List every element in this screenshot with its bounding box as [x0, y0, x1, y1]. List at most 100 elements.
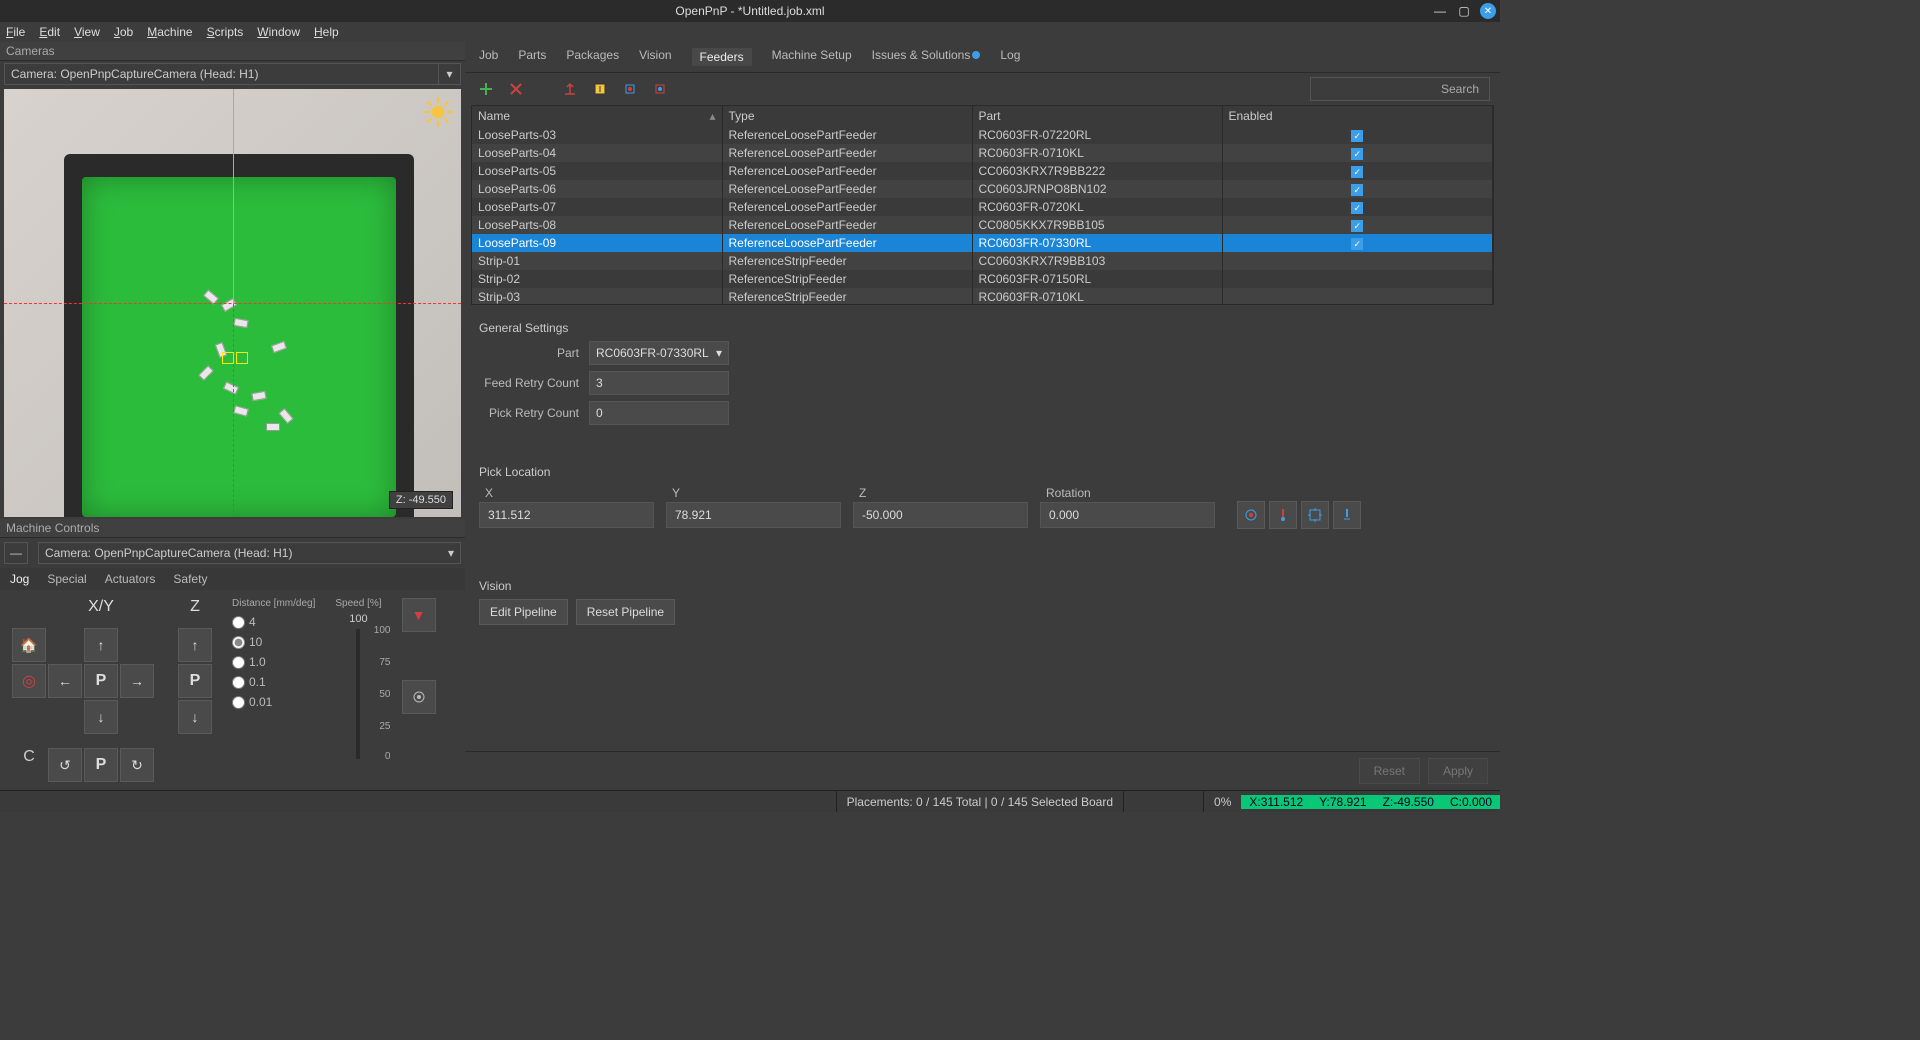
- capture-camera-icon[interactable]: [1237, 501, 1265, 529]
- table-row[interactable]: LooseParts-08ReferenceLoosePartFeederCC0…: [472, 216, 1493, 234]
- mc-tab-jog[interactable]: Jog: [10, 572, 29, 586]
- col-name[interactable]: Name▴: [472, 106, 722, 126]
- search-input[interactable]: Search: [1310, 77, 1490, 101]
- apply-button[interactable]: Apply: [1428, 758, 1488, 784]
- table-row[interactable]: LooseParts-05ReferenceLoosePartFeederCC0…: [472, 162, 1493, 180]
- chevron-down-icon[interactable]: ▾: [448, 546, 454, 560]
- tab-parts[interactable]: Parts: [518, 48, 546, 66]
- dist-1[interactable]: 1.0: [232, 655, 315, 669]
- jog-c-ccw[interactable]: ↺: [48, 748, 82, 782]
- capture-tool-icon[interactable]: [1269, 501, 1297, 529]
- titlebar: OpenPnP - *Untitled.job.xml — ▢ ✕: [0, 0, 1500, 22]
- menu-machine[interactable]: Machine: [147, 25, 192, 39]
- delete-feeder-icon[interactable]: [505, 78, 527, 100]
- table-row[interactable]: Strip-01ReferenceStripFeederCC0603KRX7R9…: [472, 252, 1493, 270]
- issues-dot-icon: [972, 51, 980, 59]
- maximize-icon[interactable]: ▢: [1456, 3, 1472, 19]
- status-pct: 0%: [1203, 791, 1241, 812]
- col-part[interactable]: Part: [972, 106, 1222, 126]
- table-row[interactable]: LooseParts-09ReferenceLoosePartFeederRC0…: [472, 234, 1493, 252]
- jog-y-minus[interactable]: ↓: [84, 700, 118, 734]
- chevron-down-icon[interactable]: ▾: [716, 346, 722, 360]
- pick-icon[interactable]: [589, 78, 611, 100]
- main-tabs: Job Parts Packages Vision Feeders Machin…: [465, 42, 1500, 73]
- chevron-down-icon[interactable]: ▾: [438, 64, 460, 84]
- mc-tab-special[interactable]: Special: [47, 572, 86, 586]
- part-select[interactable]: RC0603FR-07330RL▾: [589, 341, 729, 365]
- move-tool-icon[interactable]: [649, 78, 671, 100]
- jog-c-park[interactable]: P: [84, 748, 118, 782]
- table-row[interactable]: Strip-02ReferenceStripFeederRC0603FR-071…: [472, 270, 1493, 288]
- home-button[interactable]: 🏠: [12, 628, 46, 662]
- jog-x-minus[interactable]: ←: [48, 664, 82, 698]
- jog-z-park[interactable]: P: [178, 664, 212, 698]
- col-enabled[interactable]: Enabled: [1222, 106, 1493, 126]
- pick-rotation-input[interactable]: [1040, 502, 1215, 528]
- add-feeder-icon[interactable]: [475, 78, 497, 100]
- mc-power-off[interactable]: —: [4, 542, 28, 564]
- pick-x-input[interactable]: [479, 502, 654, 528]
- feed-icon[interactable]: [559, 78, 581, 100]
- tab-feeders[interactable]: Feeders: [692, 48, 752, 66]
- mc-camera-select[interactable]: Camera: OpenPnpCaptureCamera (Head: H1) …: [38, 542, 461, 564]
- table-row[interactable]: LooseParts-07ReferenceLoosePartFeederRC0…: [472, 198, 1493, 216]
- dist-01[interactable]: 0.1: [232, 675, 315, 689]
- jog-xy-park[interactable]: P: [84, 664, 118, 698]
- discard-button[interactable]: ▼: [402, 598, 436, 632]
- menu-help[interactable]: Help: [314, 25, 339, 39]
- jog-y-plus[interactable]: ↑: [84, 628, 118, 662]
- dist-4[interactable]: 4: [232, 615, 315, 629]
- tab-log[interactable]: Log: [1000, 48, 1020, 66]
- table-row[interactable]: LooseParts-06ReferenceLoosePartFeederCC0…: [472, 180, 1493, 198]
- menu-file[interactable]: File: [6, 25, 25, 39]
- jog-c-cw[interactable]: ↻: [120, 748, 154, 782]
- reset-pipeline-button[interactable]: Reset Pipeline: [576, 599, 675, 625]
- table-row[interactable]: LooseParts-03ReferenceLoosePartFeederRC0…: [472, 126, 1493, 144]
- move-tool-to-icon[interactable]: [1333, 501, 1361, 529]
- status-c: C:0.000: [1442, 795, 1500, 809]
- pick-retry-input[interactable]: [589, 401, 729, 425]
- mc-tab-safety[interactable]: Safety: [173, 572, 207, 586]
- move-camera-icon[interactable]: [619, 78, 641, 100]
- distance-header: Distance [mm/deg]: [232, 598, 315, 609]
- tab-packages[interactable]: Packages: [566, 48, 619, 66]
- menu-job[interactable]: Job: [114, 25, 133, 39]
- jog-z-minus[interactable]: ↓: [178, 700, 212, 734]
- menu-scripts[interactable]: Scripts: [207, 25, 244, 39]
- menu-view[interactable]: View: [74, 25, 100, 39]
- tab-machine-setup[interactable]: Machine Setup: [772, 48, 852, 66]
- speed-header: Speed [%]: [335, 598, 381, 609]
- dist-10[interactable]: 10: [232, 635, 315, 649]
- tab-issues[interactable]: Issues & Solutions: [872, 48, 981, 66]
- reset-button[interactable]: Reset: [1359, 758, 1420, 784]
- menu-window[interactable]: Window: [257, 25, 300, 39]
- dist-001[interactable]: 0.01: [232, 695, 315, 709]
- tab-vision[interactable]: Vision: [639, 48, 671, 66]
- minimize-icon[interactable]: —: [1432, 3, 1448, 19]
- feeder-table[interactable]: Name▴ Type Part Enabled LooseParts-03Ref…: [471, 105, 1494, 305]
- move-camera-to-icon[interactable]: [1301, 501, 1329, 529]
- jog-z-plus[interactable]: ↑: [178, 628, 212, 662]
- feed-retry-label: Feed Retry Count: [479, 376, 579, 390]
- jog-x-plus[interactable]: →: [120, 664, 154, 698]
- target-button[interactable]: [402, 680, 436, 714]
- table-row[interactable]: Strip-03ReferenceStripFeederRC0603FR-071…: [472, 288, 1493, 305]
- table-row[interactable]: LooseParts-04ReferenceLoosePartFeederRC0…: [472, 144, 1493, 162]
- pick-y-input[interactable]: [666, 502, 841, 528]
- camera-view[interactable]: Z: -49.550: [4, 89, 461, 517]
- pick-z-label: Z: [853, 486, 1028, 500]
- window-title: OpenPnP - *Untitled.job.xml: [675, 4, 824, 18]
- menu-edit[interactable]: Edit: [39, 25, 60, 39]
- tab-job[interactable]: Job: [479, 48, 498, 66]
- speed-slider[interactable]: 100 75 50 25 0: [356, 629, 360, 759]
- close-icon[interactable]: ✕: [1480, 3, 1496, 19]
- mc-tab-actuators[interactable]: Actuators: [105, 572, 156, 586]
- pick-z-input[interactable]: [853, 502, 1028, 528]
- edit-pipeline-button[interactable]: Edit Pipeline: [479, 599, 568, 625]
- pick-rotation-label: Rotation: [1040, 486, 1215, 500]
- stop-button[interactable]: ◎: [12, 664, 46, 698]
- camera-select[interactable]: Camera: OpenPnpCaptureCamera (Head: H1) …: [4, 63, 461, 85]
- col-type[interactable]: Type: [722, 106, 972, 126]
- feed-retry-input[interactable]: [589, 371, 729, 395]
- sun-icon: [421, 95, 455, 129]
